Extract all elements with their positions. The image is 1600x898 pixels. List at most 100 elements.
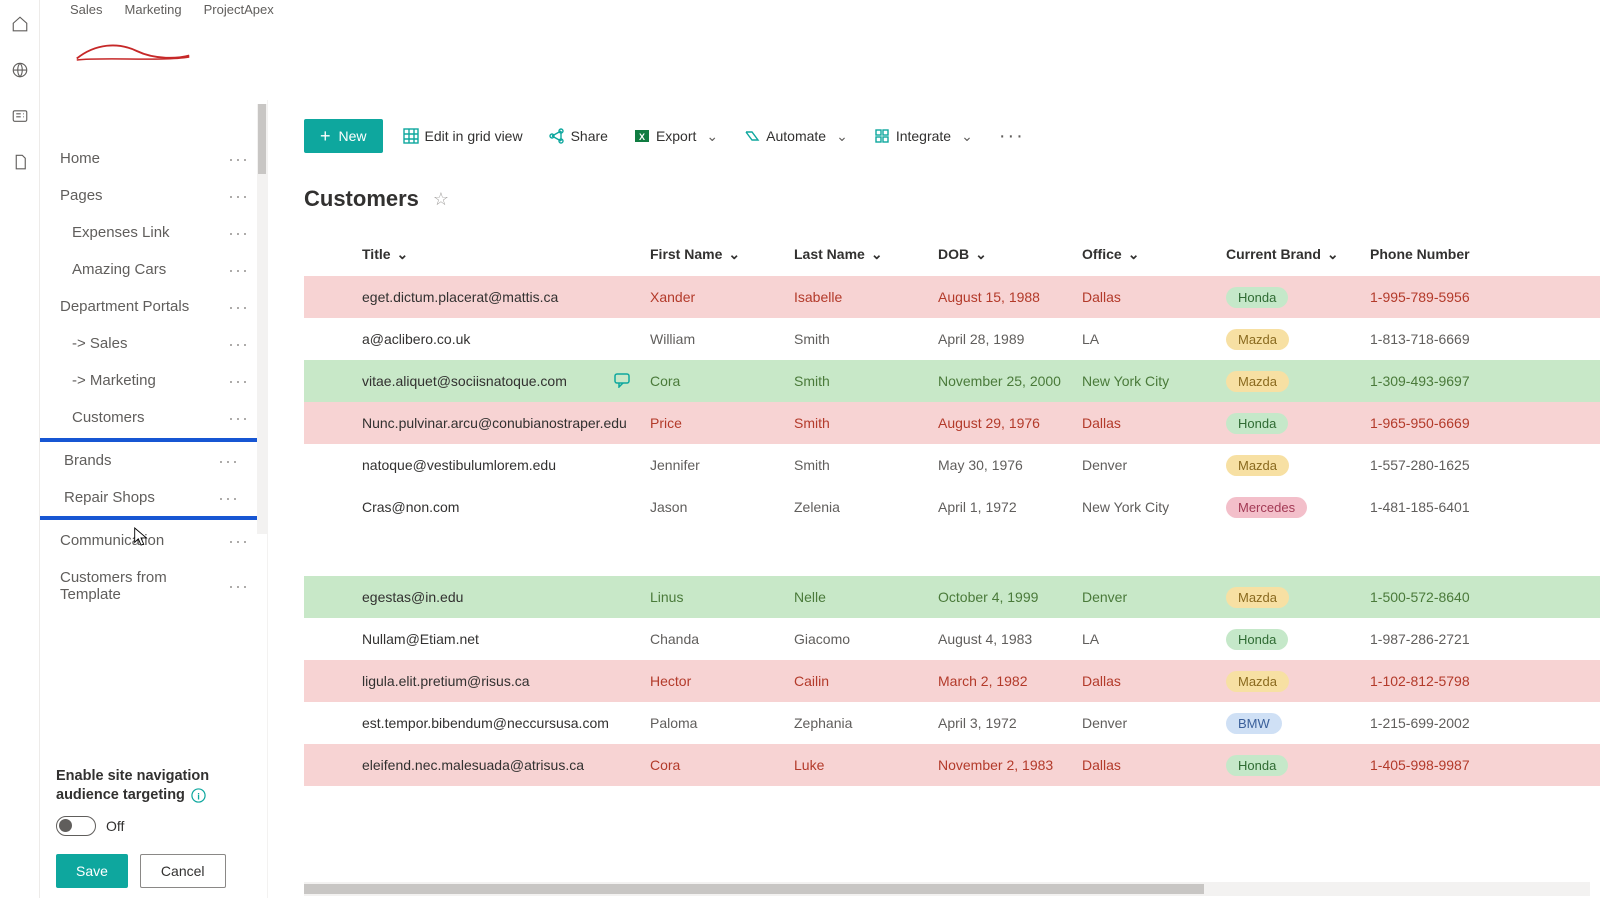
col-last-name[interactable]: Last Name⌄ xyxy=(794,246,938,263)
col-current-brand[interactable]: Current Brand⌄ xyxy=(1226,246,1370,263)
nav-item-pages[interactable]: Pages ··· xyxy=(40,177,267,214)
cell-last-name: Smith xyxy=(794,457,938,473)
share-icon xyxy=(549,128,565,144)
nav-item-repair-shops[interactable]: Repair Shops··· xyxy=(40,479,257,516)
globe-icon[interactable] xyxy=(10,60,30,80)
table-row[interactable]: Nullam@Etiam.netChandaGiacomoAugust 4, 1… xyxy=(304,618,1600,660)
tab-marketing[interactable]: Marketing xyxy=(125,2,182,17)
nav-label: Pages xyxy=(60,187,103,204)
table-row[interactable]: vitae.aliquet@sociisnatoque.comCoraSmith… xyxy=(304,360,1600,402)
cell-title: vitae.aliquet@sociisnatoque.com xyxy=(362,372,650,391)
table-row[interactable]: egestas@in.eduLinusNelleOctober 4, 1999D… xyxy=(304,576,1600,618)
cell-office: LA xyxy=(1082,331,1226,347)
cancel-button[interactable]: Cancel xyxy=(140,854,226,888)
news-icon[interactable] xyxy=(10,106,30,126)
nav-item-department-portals[interactable]: Department Portals··· xyxy=(40,288,267,325)
ellipsis-icon[interactable]: ··· xyxy=(228,302,249,312)
ellipsis-icon[interactable]: ··· xyxy=(228,581,249,591)
cell-office: Denver xyxy=(1082,457,1226,473)
integrate-button[interactable]: Integrate ⌄ xyxy=(868,128,979,145)
cell-dob: April 3, 1972 xyxy=(938,715,1082,731)
ellipsis-icon[interactable]: ··· xyxy=(228,413,249,423)
tab-sales[interactable]: Sales xyxy=(70,2,103,17)
new-button[interactable]: +New xyxy=(304,119,383,153)
cell-office: Dallas xyxy=(1082,673,1226,689)
cell-last-name: Nelle xyxy=(794,589,938,605)
cell-phone: 1-500-572-8640 xyxy=(1370,589,1490,605)
ellipsis-icon[interactable]: ··· xyxy=(228,536,249,546)
nav-item-customers-from-template[interactable]: Customers from Template··· xyxy=(40,559,267,613)
cell-brand: Honda xyxy=(1226,287,1370,308)
cell-title: natoque@vestibulumlorem.edu xyxy=(362,457,650,473)
audience-targeting-label: Enable site navigation audience targetin… xyxy=(56,767,251,806)
audience-targeting-toggle[interactable] xyxy=(56,816,96,836)
cell-phone: 1-215-699-2002 xyxy=(1370,715,1490,731)
cell-dob: April 28, 1989 xyxy=(938,331,1082,347)
cell-title: a@aclibero.co.uk xyxy=(362,331,650,347)
comment-icon[interactable] xyxy=(614,372,630,391)
info-icon[interactable]: i xyxy=(191,788,206,803)
tab-projectapex[interactable]: ProjectApex xyxy=(204,2,274,17)
favorite-star-icon[interactable]: ☆ xyxy=(433,189,449,210)
automate-button[interactable]: Automate ⌄ xyxy=(738,128,854,145)
nav-item-amazing-cars[interactable]: Amazing Cars··· xyxy=(40,251,267,288)
save-button[interactable]: Save xyxy=(56,854,128,888)
table-row[interactable]: natoque@vestibulumlorem.eduJenniferSmith… xyxy=(304,444,1600,486)
nav-item-brands[interactable]: Brands··· xyxy=(40,442,257,479)
nav-scrollbar[interactable] xyxy=(257,104,267,534)
cell-brand: Honda xyxy=(1226,413,1370,434)
table-row[interactable]: eleifend.nec.malesuada@atrisus.caCoraLuk… xyxy=(304,744,1600,786)
col-office[interactable]: Office⌄ xyxy=(1082,246,1226,263)
ellipsis-icon[interactable]: ··· xyxy=(218,493,239,503)
edit-in-grid-button[interactable]: Edit in grid view xyxy=(397,128,529,144)
table-row[interactable]: Nunc.pulvinar.arcu@conubianostraper.eduP… xyxy=(304,402,1600,444)
col-phone[interactable]: Phone Number xyxy=(1370,246,1490,262)
cell-brand: Mazda xyxy=(1226,329,1370,350)
ellipsis-icon[interactable]: ··· xyxy=(228,339,249,349)
cell-last-name: Isabelle xyxy=(794,289,938,305)
table-row[interactable]: a@aclibero.co.ukWilliamSmithApril 28, 19… xyxy=(304,318,1600,360)
ellipsis-icon[interactable]: ··· xyxy=(228,228,249,238)
horizontal-scrollbar[interactable] xyxy=(304,882,1590,896)
cell-first-name: Jason xyxy=(650,499,794,515)
files-icon[interactable] xyxy=(10,152,30,172)
table-row[interactable]: ligula.elit.pretium@risus.caHectorCailin… xyxy=(304,660,1600,702)
cell-title: est.tempor.bibendum@neccursusa.com xyxy=(362,715,650,731)
home-icon[interactable] xyxy=(10,14,30,34)
share-button[interactable]: Share xyxy=(543,128,614,144)
site-nav-edit-panel: Home··· Pages ··· Expenses Link ··· Amazin… xyxy=(40,100,268,898)
nav-item-customers[interactable]: Customers··· xyxy=(40,399,267,436)
col-first-name[interactable]: First Name⌄ xyxy=(650,246,794,263)
cell-dob: April 1, 1972 xyxy=(938,499,1082,515)
export-button[interactable]: X Export ⌄ xyxy=(628,128,724,145)
table-row[interactable]: eget.dictum.placerat@mattis.caXanderIsab… xyxy=(304,276,1600,318)
cell-dob: August 15, 1988 xyxy=(938,289,1082,305)
ellipsis-icon[interactable]: ··· xyxy=(218,456,239,466)
table-row[interactable]: Cras@non.comJasonZeleniaApril 1, 1972New… xyxy=(304,486,1600,528)
cell-office: Dallas xyxy=(1082,757,1226,773)
svg-text:X: X xyxy=(639,132,645,142)
cell-first-name: Xander xyxy=(650,289,794,305)
nav-label: Expenses Link xyxy=(72,224,170,241)
more-commands-button[interactable]: ··· xyxy=(993,125,1031,148)
ellipsis-icon[interactable]: ··· xyxy=(228,154,249,164)
nav-item-dept-sales[interactable]: -> Sales ··· xyxy=(40,325,267,362)
nav-item-home[interactable]: Home··· xyxy=(40,140,267,177)
app-rail xyxy=(0,0,40,898)
cell-office: Denver xyxy=(1082,715,1226,731)
ellipsis-icon[interactable]: ··· xyxy=(228,265,249,275)
col-title[interactable]: Title⌄ xyxy=(362,246,650,263)
cell-phone: 1-965-950-6669 xyxy=(1370,415,1490,431)
nav-item-expenses[interactable]: Expenses Link ··· xyxy=(40,214,267,251)
col-dob[interactable]: DOB⌄ xyxy=(938,246,1082,263)
table-row[interactable]: est.tempor.bibendum@neccursusa.comPaloma… xyxy=(304,702,1600,744)
ellipsis-icon[interactable]: ··· xyxy=(228,376,249,386)
nav-item-communication[interactable]: Communication··· xyxy=(40,522,267,559)
site-logo xyxy=(68,23,198,79)
nav-item-dept-marketing[interactable]: -> Marketing··· xyxy=(40,362,267,399)
cell-first-name: Linus xyxy=(650,589,794,605)
nav-label: -> Sales xyxy=(72,335,127,352)
ellipsis-icon[interactable]: ··· xyxy=(228,191,249,201)
cell-last-name: Zelenia xyxy=(794,499,938,515)
cell-first-name: Chanda xyxy=(650,631,794,647)
